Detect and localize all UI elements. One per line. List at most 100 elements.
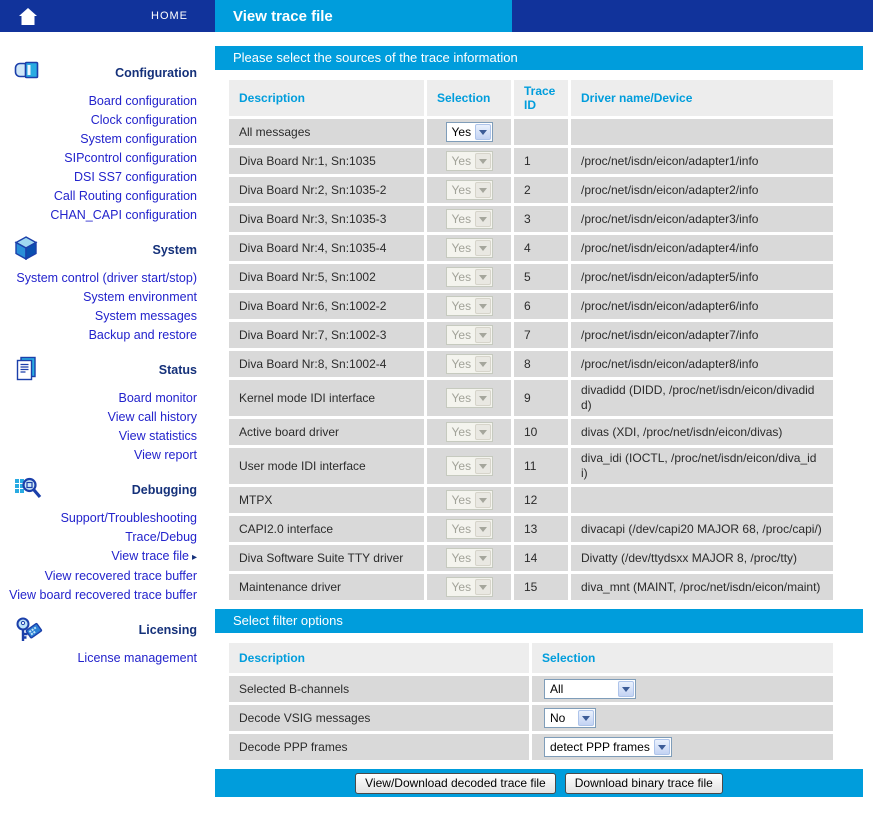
row-selection-cell: Yes [427, 419, 511, 445]
table-row: Diva Board Nr:2, Sn:1035-2 Yes 2 /proc/n… [229, 177, 833, 203]
sidebar-item-board-monitor[interactable]: Board monitor [0, 389, 215, 408]
selection-dropdown-disabled: Yes [446, 577, 493, 597]
sidebar-item-backup-and-restore[interactable]: Backup and restore [0, 326, 215, 345]
filter-section-bar: Select filter options [215, 609, 863, 633]
sidebar-item-clock-configuration[interactable]: Clock configuration [0, 111, 215, 130]
sidebar-section-configuration: Configuration Board configuration Clock … [0, 60, 215, 225]
row-trace-id: 8 [514, 351, 568, 377]
sidebar-item-system-environment[interactable]: System environment [0, 288, 215, 307]
top-bar-filler [512, 0, 873, 32]
row-selection-cell: Yes [427, 545, 511, 571]
sidebar-item-view-statistics[interactable]: View statistics [0, 427, 215, 446]
section-header: Licensing [0, 617, 215, 643]
row-driver: Divatty (/dev/ttydsxx MAJOR 8, /proc/tty… [571, 545, 833, 571]
dropdown-value: Yes [447, 210, 474, 228]
sidebar-item-system-messages[interactable]: System messages [0, 307, 215, 326]
dropdown-value: All [545, 680, 617, 698]
licensing-icon [14, 616, 44, 650]
chevron-down-icon [475, 182, 491, 198]
sidebar-item-system-configuration[interactable]: System configuration [0, 130, 215, 149]
sidebar-item-support-troubleshooting[interactable]: Support/Troubleshooting [0, 509, 215, 528]
dropdown-value: Yes [447, 520, 474, 538]
home-icon[interactable] [19, 8, 37, 25]
selection-dropdown-disabled: Yes [446, 422, 493, 442]
row-trace-id: 3 [514, 206, 568, 232]
row-selection-cell: Yes [427, 148, 511, 174]
row-trace-id: 9 [514, 380, 568, 416]
chevron-down-icon [475, 424, 491, 440]
selection-dropdown-disabled: Yes [446, 296, 493, 316]
sidebar-item-system-control[interactable]: System control (driver start/stop) [0, 269, 215, 288]
selection-dropdown-disabled: Yes [446, 238, 493, 258]
dropdown-value: Yes [447, 326, 474, 344]
sidebar-section-system: System System control (driver start/stop… [0, 237, 215, 345]
row-trace-id: 2 [514, 177, 568, 203]
row-driver: /proc/net/isdn/eicon/adapter8/info [571, 351, 833, 377]
b-channels-dropdown[interactable]: All [544, 679, 636, 699]
sidebar-item-view-call-history[interactable]: View call history [0, 408, 215, 427]
col-header-selection: Selection [427, 80, 511, 116]
row-driver: /proc/net/isdn/eicon/adapter4/info [571, 235, 833, 261]
ppp-decode-dropdown[interactable]: detect PPP frames [544, 737, 672, 757]
row-selection-cell: Yes [427, 293, 511, 319]
sidebar-item-board-configuration[interactable]: Board configuration [0, 92, 215, 111]
sidebar-item-dsi-ss7-configuration[interactable]: DSI SS7 configuration [0, 168, 215, 187]
table-row: Active board driver Yes 10 divas (XDI, /… [229, 419, 833, 445]
row-driver [571, 119, 833, 145]
row-selection-cell: Yes [427, 380, 511, 416]
row-description: Diva Board Nr:6, Sn:1002-2 [229, 293, 424, 319]
row-selection-cell: All [532, 676, 833, 702]
row-selection-cell: Yes [427, 206, 511, 232]
page-title-tab: View trace file [215, 0, 512, 32]
home-link[interactable]: HOME [151, 10, 188, 22]
vsig-decode-dropdown[interactable]: No [544, 708, 596, 728]
table-row: MTPX Yes 12 [229, 487, 833, 513]
row-description: Diva Board Nr:1, Sn:1035 [229, 148, 424, 174]
chevron-down-icon [475, 153, 491, 169]
sidebar-item-view-report[interactable]: View report [0, 446, 215, 465]
sources-section-bar: Please select the sources of the trace i… [215, 46, 863, 70]
row-selection-cell: detect PPP frames [532, 734, 833, 760]
row-selection-cell: Yes [427, 119, 511, 145]
row-selection-cell: Yes [427, 235, 511, 261]
sidebar-item-trace-debug[interactable]: Trace/Debug [0, 528, 215, 547]
sidebar-section-licensing: Licensing License management [0, 617, 215, 668]
dropdown-value: Yes [447, 389, 474, 407]
chevron-down-icon [475, 390, 491, 406]
selection-dropdown[interactable]: Yes [446, 122, 493, 142]
col-header-description: Description [229, 643, 529, 673]
view-download-decoded-trace-button[interactable]: View/Download decoded trace file [355, 773, 556, 794]
sidebar-item-view-recovered-trace-buffer[interactable]: View recovered trace buffer [0, 567, 215, 586]
selection-dropdown-disabled: Yes [446, 209, 493, 229]
sidebar-item-sipcontrol-configuration[interactable]: SIPcontrol configuration [0, 149, 215, 168]
row-trace-id: 4 [514, 235, 568, 261]
table-header-row: Description Selection Trace ID Driver na… [229, 80, 833, 116]
row-trace-id: 13 [514, 516, 568, 542]
debugging-icon [14, 476, 42, 505]
sidebar-item-call-routing-configuration[interactable]: Call Routing configuration [0, 187, 215, 206]
table-row: Diva Board Nr:7, Sn:1002-3 Yes 7 /proc/n… [229, 322, 833, 348]
selection-dropdown-disabled: Yes [446, 267, 493, 287]
sidebar-item-view-board-recovered-trace-buffer[interactable]: View board recovered trace buffer [0, 586, 215, 605]
row-selection-cell: Yes [427, 574, 511, 600]
selection-dropdown-disabled: Yes [446, 354, 493, 374]
selection-dropdown-disabled: Yes [446, 325, 493, 345]
chevron-down-icon [618, 681, 634, 697]
table-header-row: Description Selection [229, 643, 833, 673]
row-description: Active board driver [229, 419, 424, 445]
sidebar-item-license-management[interactable]: License management [0, 649, 215, 668]
sidebar-item-chan-capi-configuration[interactable]: CHAN_CAPI configuration [0, 206, 215, 225]
dropdown-value: Yes [447, 457, 474, 475]
section-header: Status [0, 357, 215, 383]
download-binary-trace-button[interactable]: Download binary trace file [565, 773, 723, 794]
sidebar-item-view-trace-file[interactable]: View trace file▸ [0, 547, 215, 567]
dropdown-value: No [545, 709, 577, 727]
active-link-label: View trace file [111, 549, 189, 563]
active-item-marker-icon: ▸ [192, 552, 197, 563]
row-description: Diva Board Nr:5, Sn:1002 [229, 264, 424, 290]
col-header-description: Description [229, 80, 424, 116]
table-row: All messages Yes [229, 119, 833, 145]
sidebar-section-status: Status Board monitor View call history V… [0, 357, 215, 465]
selection-dropdown-disabled: Yes [446, 151, 493, 171]
table-row: Diva Board Nr:4, Sn:1035-4 Yes 4 /proc/n… [229, 235, 833, 261]
